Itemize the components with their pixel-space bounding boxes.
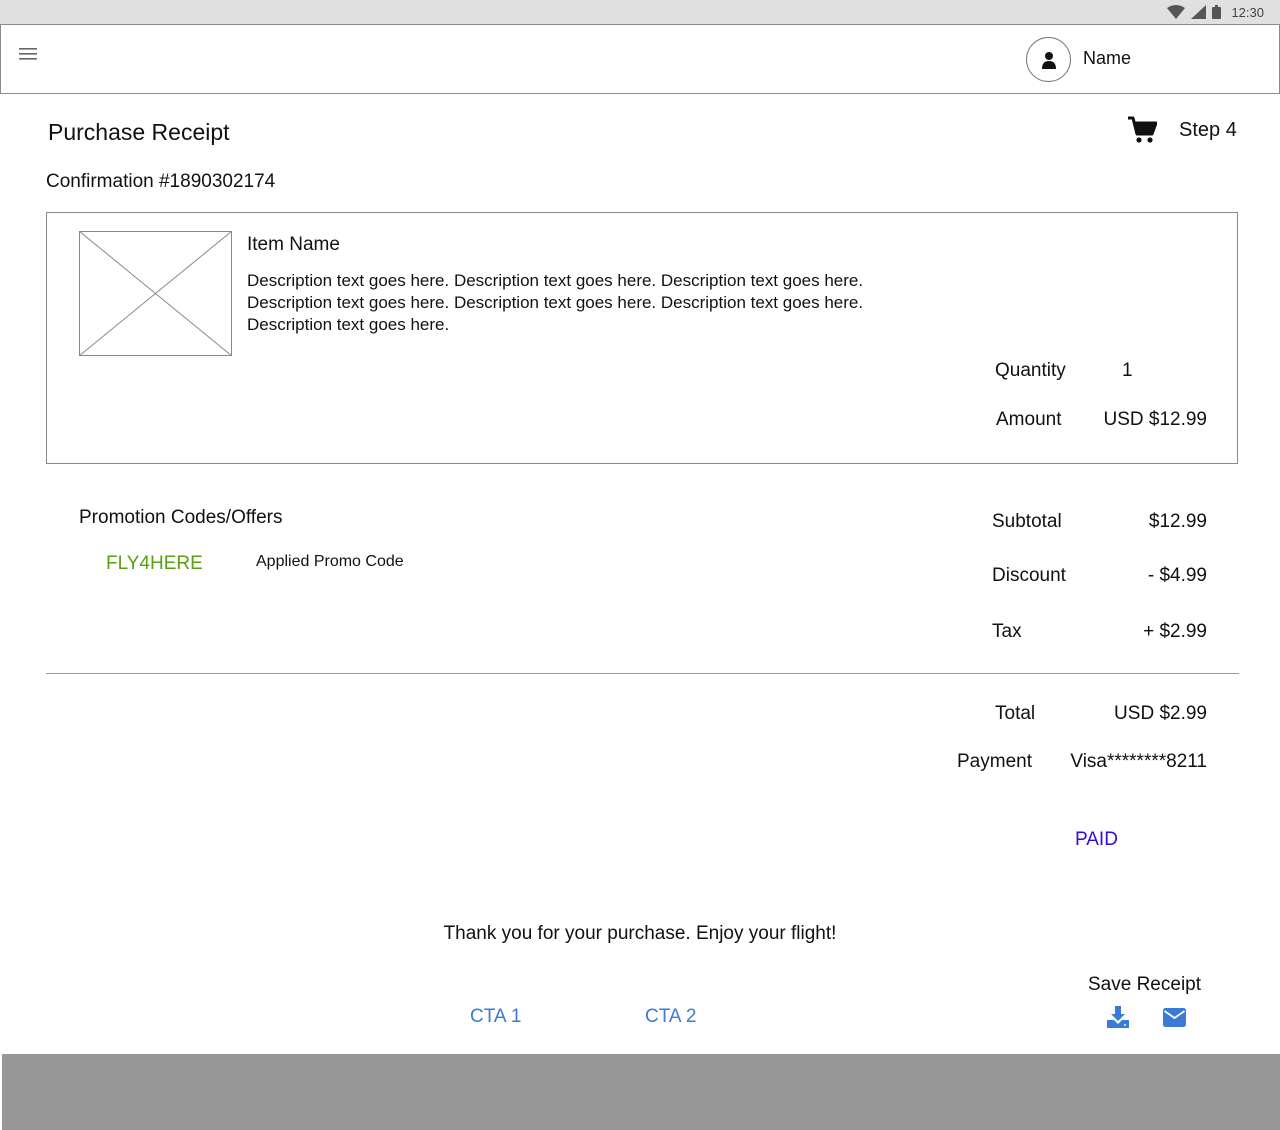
menu-icon[interactable] — [17, 43, 39, 65]
wifi-icon — [1167, 5, 1186, 19]
cta-1-button[interactable]: CTA 1 — [470, 1006, 521, 1028]
amount-label: Amount — [996, 409, 1062, 430]
tax-label: Tax — [992, 621, 1022, 642]
discount-value: - $4.99 — [1147, 565, 1207, 586]
total-value: USD $2.99 — [1114, 703, 1207, 724]
status-bar: 12:30 — [0, 0, 1280, 24]
total-label: Total — [995, 703, 1036, 724]
status-time: 12:30 — [1231, 4, 1264, 20]
user-name[interactable]: Name — [1083, 48, 1131, 69]
item-card: Item Name Description text goes here. De… — [46, 212, 1238, 464]
subtotal-value: $12.99 — [1148, 511, 1207, 532]
item-description: Description text goes here. Description … — [247, 271, 864, 334]
item-name: Item Name — [247, 234, 340, 255]
battery-icon — [1212, 5, 1222, 19]
tax-value: + $2.99 — [1143, 621, 1207, 642]
promo-code: FLY4HERE — [106, 553, 203, 574]
avatar[interactable] — [1026, 37, 1071, 82]
step-indicator: Step 4 — [1179, 119, 1237, 141]
discount-label: Discount — [992, 565, 1066, 586]
page-title: Purchase Receipt — [48, 119, 230, 145]
save-receipt-label: Save Receipt — [1088, 974, 1202, 995]
summary-divider — [46, 673, 1239, 674]
status-icons: 12:30 — [1167, 0, 1264, 24]
subtotal-label: Subtotal — [992, 511, 1062, 532]
quantity-value: 1 — [1122, 360, 1133, 381]
user-icon — [1041, 51, 1056, 69]
bottom-bar — [2, 1054, 1280, 1130]
app-bar: Name — [0, 24, 1280, 94]
cart-icon[interactable] — [1127, 116, 1157, 144]
paid-status: PAID — [1075, 829, 1118, 850]
quantity-label: Quantity — [995, 360, 1066, 381]
signal-icon — [1191, 5, 1207, 19]
payment-label: Payment — [957, 751, 1032, 772]
amount-value: USD $12.99 — [1103, 409, 1207, 430]
download-icon[interactable] — [1106, 1006, 1130, 1028]
thank-you-message: Thank you for your purchase. Enjoy your … — [443, 923, 837, 944]
cta-2-button[interactable]: CTA 2 — [645, 1006, 696, 1028]
mail-icon[interactable] — [1163, 1008, 1186, 1027]
payment-value: Visa********8211 — [1070, 751, 1207, 772]
confirmation-number: Confirmation #1890302174 — [46, 171, 276, 192]
promo-status: Applied Promo Code — [256, 553, 404, 570]
promo-title: Promotion Codes/Offers — [79, 507, 283, 528]
image-placeholder — [79, 231, 232, 356]
